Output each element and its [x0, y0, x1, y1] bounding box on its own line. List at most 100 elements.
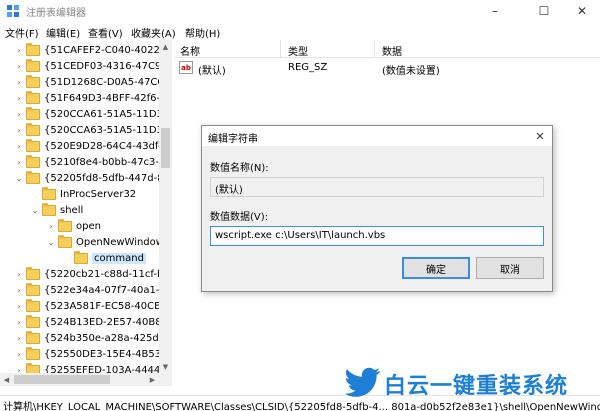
minimize-button[interactable]: – — [475, 0, 515, 22]
column-type[interactable]: 类型 — [288, 43, 308, 58]
scroll-left-icon[interactable]: ◀ — [0, 373, 13, 386]
chevron-right-icon[interactable]: › — [14, 298, 24, 314]
menu-help[interactable]: 帮助(H) — [185, 25, 220, 40]
chevron-down-icon[interactable]: ⌄ — [30, 202, 40, 218]
chevron-right-icon[interactable]: › — [14, 90, 24, 106]
tree-item[interactable]: ⌄ {52205fd8-5dfb-447d-80 — [14, 170, 170, 186]
menu-view[interactable]: 查看(V) — [88, 25, 123, 40]
column-divider[interactable] — [374, 40, 375, 58]
twitter-bird-logo — [344, 367, 381, 397]
column-divider[interactable] — [280, 40, 281, 58]
folder-icon — [42, 186, 56, 200]
menu-edit[interactable]: 编辑(E) — [46, 25, 80, 40]
tree-item-label: OpenNewWindow — [76, 236, 164, 248]
folder-icon — [26, 154, 40, 168]
tree-item-label: {524b350e-a28a-425d-a4 — [44, 332, 172, 344]
chevron-right-icon[interactable]: › — [14, 314, 24, 330]
folder-icon — [26, 90, 40, 104]
chevron-right-icon[interactable]: › — [14, 282, 24, 298]
ok-button[interactable]: 确定 — [402, 257, 470, 279]
tree-item-label: shell — [60, 204, 84, 216]
chevron-right-icon[interactable]: › — [14, 266, 24, 282]
tree-item[interactable]: › {51D1268C-D0A5-47CC-A — [14, 74, 172, 90]
tree-item[interactable]: › open — [46, 218, 101, 234]
column-data[interactable]: 数据 — [382, 43, 402, 58]
chevron-right-icon[interactable]: › — [14, 106, 24, 122]
tree-item[interactable]: › {51CAFEF2-C040-4022-A1 — [14, 42, 171, 58]
scroll-thumb[interactable] — [161, 128, 170, 168]
cancel-button[interactable]: 取消 — [476, 257, 544, 279]
folder-icon — [26, 122, 40, 136]
folder-icon — [26, 298, 40, 312]
column-name[interactable]: 名称 — [180, 43, 200, 58]
close-button[interactable]: ✕ — [562, 0, 600, 22]
value-data: (数值未设置) — [382, 66, 440, 77]
chevron-right-icon[interactable]: › — [14, 138, 24, 154]
chevron-right-icon[interactable]: › — [14, 154, 24, 170]
folder-icon — [26, 138, 40, 152]
chevron-right-icon[interactable]: › — [14, 58, 24, 74]
chevron-down-icon[interactable]: ⌄ — [14, 170, 24, 186]
value-type: REG_SZ — [288, 62, 328, 73]
menu-file[interactable]: 文件(F) — [5, 25, 39, 40]
tree-item[interactable]: InProcServer32 — [30, 186, 136, 202]
chevron-down-icon[interactable]: ⌄ — [46, 234, 56, 250]
tree-vertical-scrollbar[interactable]: ▲ ▼ — [159, 40, 172, 386]
tree-item-label: {51CEDF03-4316-47C9-81 — [44, 60, 172, 72]
dialog-close-button[interactable]: ✕ — [532, 128, 548, 144]
tree-item[interactable]: › {522e34a4-07f7-40a1-94c — [14, 282, 172, 298]
chevron-right-icon[interactable]: › — [14, 42, 24, 58]
tree-item-label: {51F649D3-4BFF-42f6-A2 — [44, 92, 172, 104]
tree-item-label: {523A581F-EC58-40CE-99 — [44, 300, 172, 312]
tree-item[interactable]: › {523A581F-EC58-40CE-99 — [14, 298, 172, 314]
folder-icon — [26, 42, 40, 56]
tree-item-label: {52205fd8-5dfb-447d-80 — [44, 172, 170, 184]
scroll-up-icon[interactable]: ▲ — [159, 40, 172, 53]
tree-item-label: InProcServer32 — [60, 188, 137, 200]
scroll-down-icon[interactable]: ▼ — [159, 360, 172, 373]
folder-icon — [26, 170, 40, 184]
tree-item[interactable]: › {52550DE3-15E4-4B53-96 — [14, 346, 172, 362]
folder-icon — [26, 346, 40, 360]
tree-item[interactable]: command — [62, 250, 146, 266]
dialog-title: 编辑字符串 — [208, 134, 258, 145]
tree-item[interactable]: ⌄ OpenNewWindow — [46, 234, 164, 250]
menu-favorites[interactable]: 收藏夹(A) — [131, 25, 176, 40]
list-item[interactable]: ab (默认) REG_SZ (数值未设置) — [174, 60, 600, 77]
registry-tree[interactable]: › {51CAFEF2-C040-4022-A1 › {51CEDF03-4316-4… — [0, 40, 172, 386]
tree-item[interactable]: › {520E9D28-64C4-43df-BE — [14, 138, 171, 154]
tree-horizontal-scrollbar[interactable]: ◀ ▶ — [0, 373, 159, 386]
value-data-label: 数值数据(V): — [210, 212, 269, 223]
maximize-button[interactable]: ☐ — [524, 0, 564, 22]
tree-item-label: command — [92, 252, 146, 264]
tree-item-label: {51D1268C-D0A5-47CC-A — [44, 76, 172, 88]
edit-string-dialog: 编辑字符串 ✕ 数值名称(N): (默认) 数值数据(V): wscript.e… — [201, 125, 553, 292]
tree-item[interactable]: › {520CCA61-51A5-11D3-9 — [14, 106, 171, 122]
tree-item[interactable]: ⌄ shell — [30, 202, 83, 218]
value-name-label: 数值名称(N): — [210, 163, 269, 174]
value-data-input[interactable]: wscript.exe c:\Users\IT\launch.vbs — [210, 226, 544, 246]
tree-item[interactable]: › {5210f8e4-b0bb-47c3-a8 — [14, 154, 171, 170]
folder-icon — [26, 266, 40, 280]
hscroll-thumb[interactable] — [14, 375, 110, 384]
tree-item[interactable]: › {51F649D3-4BFF-42f6-A2 — [14, 90, 172, 106]
tree-item[interactable]: › {51CEDF03-4316-47C9-81 — [14, 58, 172, 74]
tree-item[interactable]: › {520CCA63-51A5-11D3-9 — [14, 122, 171, 138]
chevron-right-icon[interactable]: › — [14, 74, 24, 90]
folder-icon — [26, 74, 40, 88]
chevron-right-icon[interactable]: › — [14, 330, 24, 346]
scroll-right-icon[interactable]: ▶ — [146, 373, 159, 386]
tree-item-label: {524B13ED-2E57-40B8-B6 — [44, 316, 172, 328]
tree-item[interactable]: › {524b350e-a28a-425d-a4 — [14, 330, 172, 346]
tree-item-label: {522e34a4-07f7-40a1-94c — [44, 284, 172, 296]
value-name: (默认) — [198, 66, 226, 77]
tree-item-label: {52550DE3-15E4-4B53-96 — [44, 348, 172, 360]
chevron-right-icon[interactable]: › — [14, 346, 24, 362]
chevron-right-icon[interactable]: › — [14, 122, 24, 138]
tree-item[interactable]: › {5220cb21-c88d-11cf-b34 — [14, 266, 171, 282]
chevron-right-icon[interactable]: › — [46, 218, 56, 234]
tree-item[interactable]: › {524B13ED-2E57-40B8-B6 — [14, 314, 172, 330]
folder-icon — [26, 314, 40, 328]
